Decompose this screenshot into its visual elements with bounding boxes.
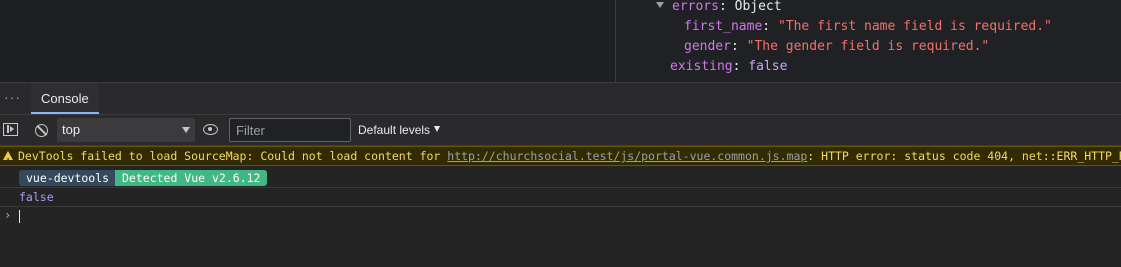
log-levels-dropdown[interactable]: Default levels [358, 115, 441, 146]
scope-first-name-row: first_name: "The first name field is req… [684, 19, 1052, 34]
console-output: DevTools failed to load SourceMap: Could… [0, 146, 1121, 267]
levels-label: Default levels [358, 123, 431, 137]
scope-value: "The gender field is required." [746, 39, 990, 54]
console-value-row: false [0, 188, 1121, 207]
elements-panel [0, 0, 615, 82]
top-panel: errors: Object first_name: "The first na… [0, 0, 1121, 82]
console-value[interactable]: false [19, 190, 54, 204]
scope-value: "The first name field is required." [777, 19, 1052, 34]
warning-text: DevTools failed to load SourceMap: Could… [18, 149, 1121, 163]
more-tools-icon[interactable]: ··· [4, 89, 21, 105]
text-cursor [19, 210, 20, 223]
context-value: top [62, 122, 81, 137]
drawer-tabbar: ··· Console [0, 82, 1121, 115]
scope-existing-row: existing: false [670, 59, 788, 74]
tab-console[interactable]: Console [31, 83, 99, 114]
chevron-down-icon [182, 127, 190, 133]
vue-devtools-badge: vue-devtools [19, 170, 117, 186]
scope-errors-row[interactable]: errors: Object [656, 0, 782, 14]
scope-gender-row: gender: "The gender field is required." [684, 39, 990, 54]
scope-key: existing [670, 59, 733, 74]
console-toolbar: top Default levels [0, 115, 1121, 146]
vue-devtools-message: vue-devtools Detected Vue v2.6.12 [0, 167, 1121, 188]
scope-type: Object [734, 0, 782, 14]
expand-arrow-icon[interactable] [656, 2, 664, 8]
show-sidebar-icon[interactable] [3, 123, 18, 136]
clear-console-icon[interactable] [35, 124, 48, 137]
vue-version-badge: Detected Vue v2.6.12 [115, 170, 268, 186]
warning-icon [3, 151, 13, 165]
scope-value: false [748, 59, 788, 74]
live-expression-eye-icon[interactable] [203, 124, 218, 135]
filter-input[interactable] [229, 118, 351, 142]
scope-key: first_name [684, 19, 763, 34]
scope-key: errors [672, 0, 719, 14]
console-prompt[interactable]: › [0, 207, 1121, 225]
warning-message: DevTools failed to load SourceMap: Could… [0, 146, 1121, 166]
scope-key: gender [684, 39, 731, 54]
scope-panel: errors: Object first_name: "The first na… [616, 0, 1121, 82]
chevron-down-icon [434, 126, 441, 132]
context-select[interactable]: top [57, 118, 195, 142]
sourcemap-link[interactable]: http://churchsocial.test/js/portal-vue.c… [447, 149, 807, 163]
prompt-chevron-icon: › [4, 208, 12, 222]
